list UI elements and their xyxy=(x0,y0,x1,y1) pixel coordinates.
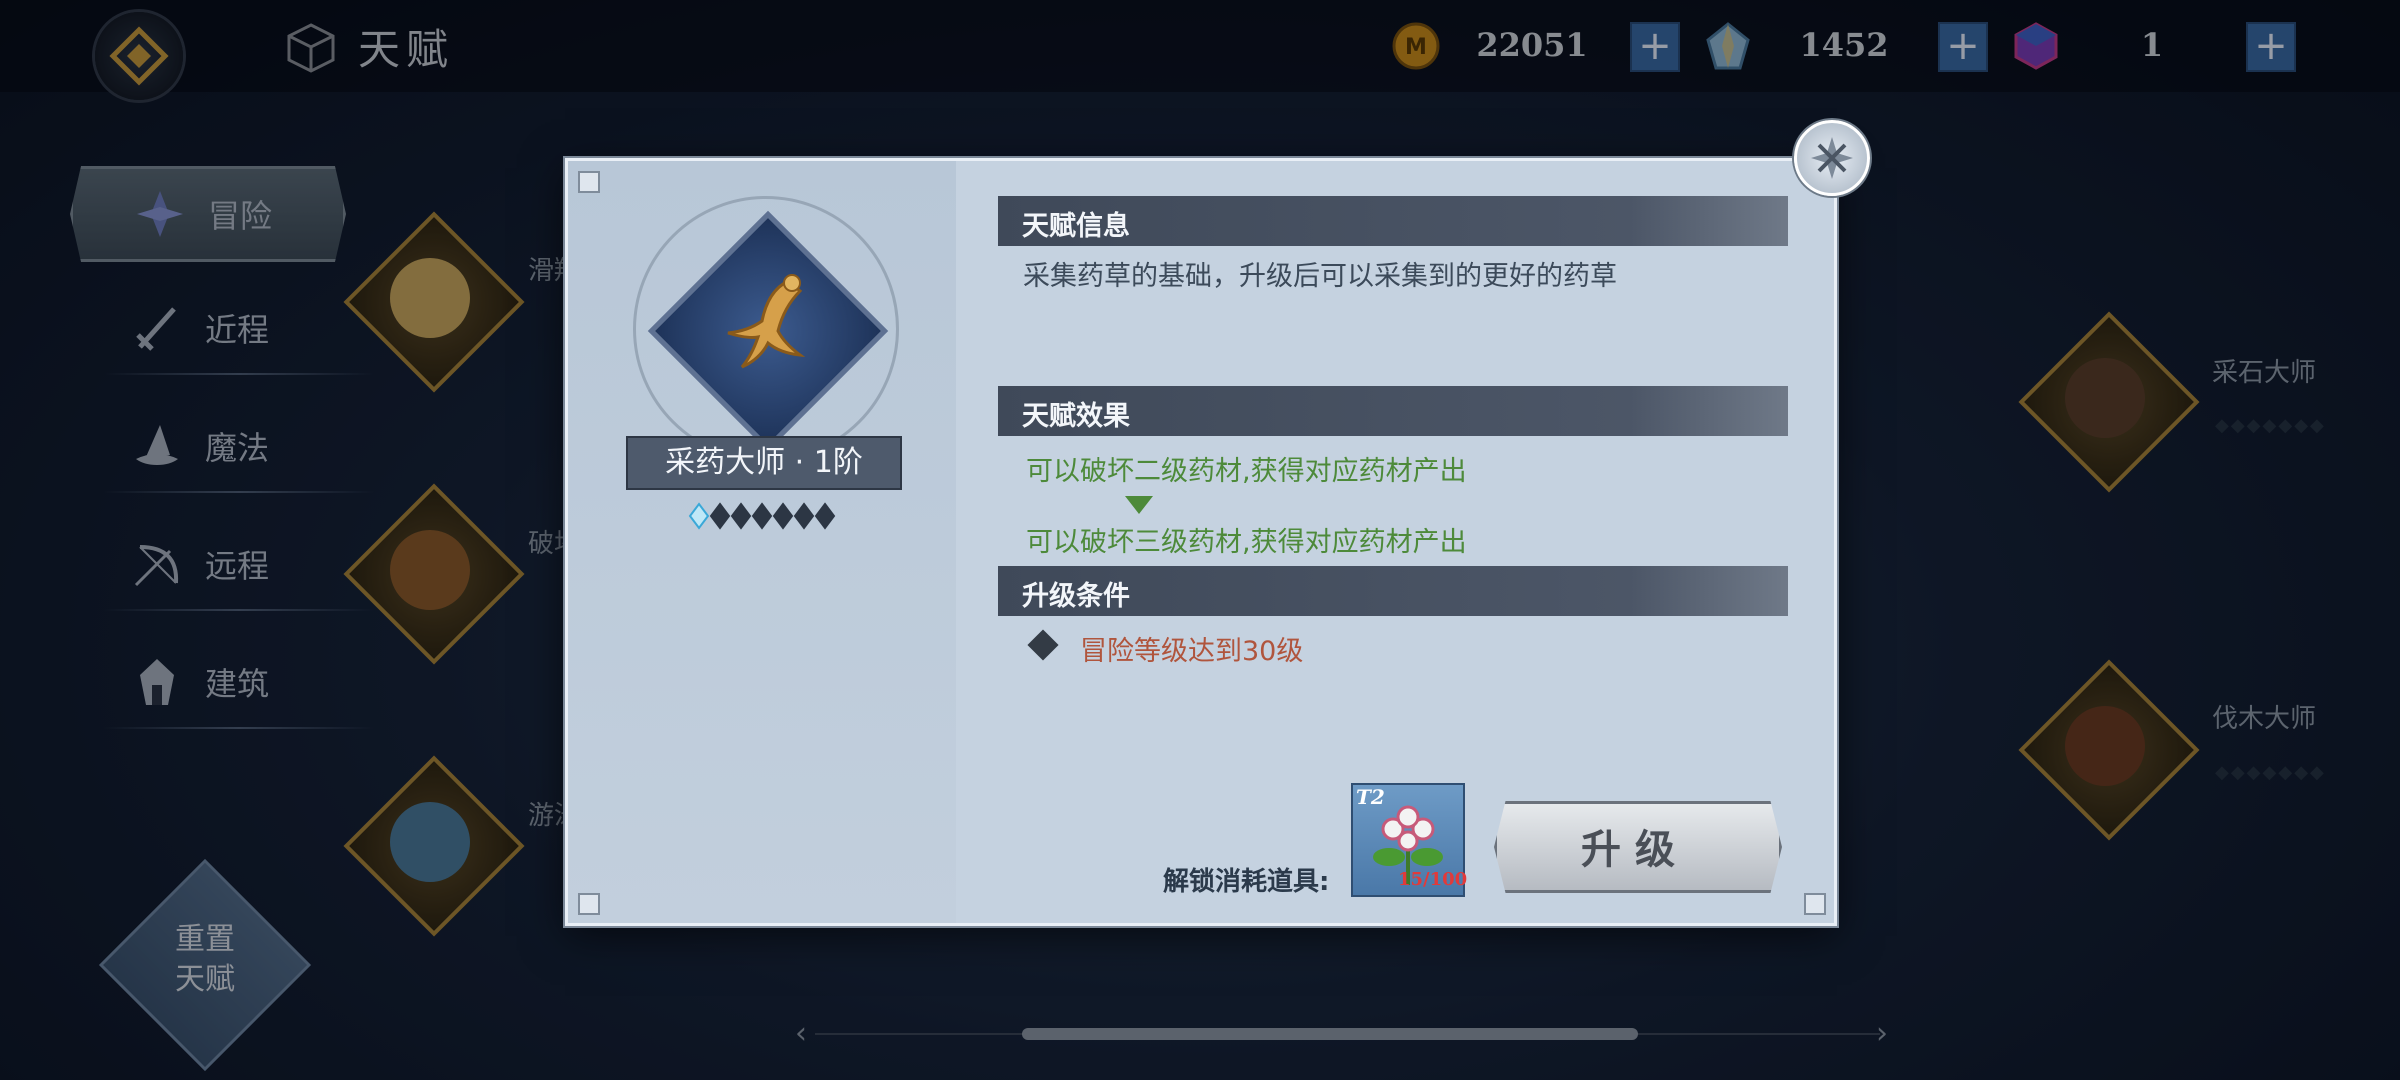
upgrade-button-label: 升级 xyxy=(1581,827,1689,873)
corner-ornament xyxy=(578,893,600,915)
close-button[interactable] xyxy=(1794,120,1870,196)
item-tier: T2 xyxy=(1356,785,1385,809)
effect-current: 可以破坏二级药材,获得对应药材产出 xyxy=(1026,456,1467,487)
diamond-bullet-icon xyxy=(1027,629,1059,661)
rank-diamond-empty xyxy=(751,502,773,530)
arrow-down-icon xyxy=(1125,496,1153,514)
talent-detail-dialog: 采药大师 · 1阶 天赋信息 采集药草的基础，升级后可以采集到的更好的药草 天赋… xyxy=(565,158,1837,926)
rank-diamond-empty xyxy=(793,502,815,530)
effect-next: 可以破坏三级药材,获得对应药材产出 xyxy=(1026,527,1467,558)
rank-indicator xyxy=(688,502,836,530)
condition-text: 冒险等级达到30级 xyxy=(1080,636,1304,667)
rank-diamond-empty xyxy=(709,502,731,530)
talent-description: 采集药草的基础，升级后可以采集到的更好的药草 xyxy=(1023,261,1617,292)
rank-diamond-empty xyxy=(772,502,794,530)
section-title: 天赋效果 xyxy=(1022,401,1130,432)
item-count: 15/100 xyxy=(1398,869,1468,890)
close-icon xyxy=(1811,137,1853,179)
talent-effect-header: 天赋效果 xyxy=(998,386,1788,436)
rank-diamond-filled xyxy=(688,502,710,530)
section-title: 天赋信息 xyxy=(1022,211,1130,242)
corner-ornament xyxy=(578,171,600,193)
talent-name: 采药大师 · 1阶 xyxy=(626,436,902,490)
ginseng-root-icon xyxy=(688,251,838,405)
section-title: 升级条件 xyxy=(1022,581,1130,612)
rank-diamond-empty xyxy=(814,502,836,530)
talent-info-header: 天赋信息 xyxy=(998,196,1788,246)
rank-diamond-empty xyxy=(730,502,752,530)
unlock-cost-label: 解锁消耗道具: xyxy=(1163,867,1330,897)
upgrade-condition-header: 升级条件 xyxy=(998,566,1788,616)
corner-ornament xyxy=(1804,893,1826,915)
